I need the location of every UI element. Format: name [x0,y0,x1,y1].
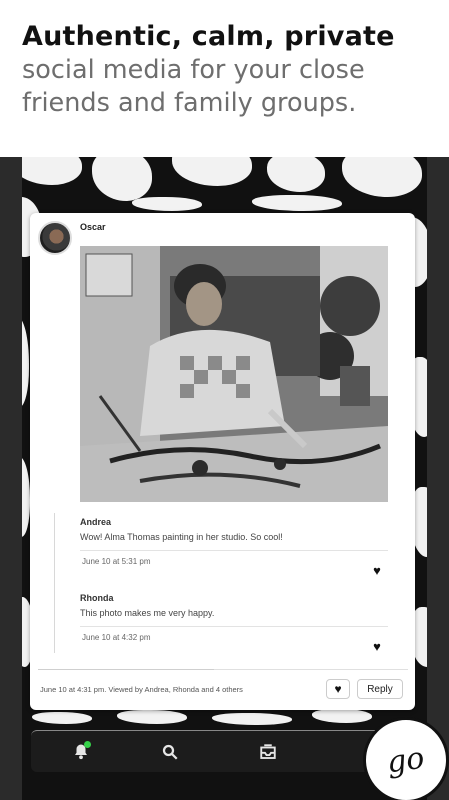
comment-author[interactable]: Andrea [80,517,388,527]
headline-title: Authentic, calm, private [22,21,395,52]
comment-time: June 10 at 5:31 pm [82,557,151,566]
photo-image [80,246,388,502]
post-meta: June 10 at 4:31 pm. Viewed by Andrea, Rh… [40,685,243,694]
comment-thread-line [54,513,55,653]
comment-author[interactable]: Rhonda [80,593,388,603]
go-logo: go [363,717,449,800]
like-button[interactable]: ♥ [326,679,350,699]
comment: Rhonda This photo makes me very happy. J… [80,593,388,654]
post-card: Oscar Andrea Wow! Alma Thomas painting i… [30,213,415,710]
footer-divider [38,669,408,670]
heart-icon[interactable]: ♥ [366,637,388,655]
search-icon[interactable] [158,740,182,764]
heart-icon[interactable]: ♥ [366,561,388,579]
reply-button[interactable]: Reply [357,679,403,699]
go-logo-text: go [385,740,427,780]
comment-text: This photo makes me very happy. [80,608,215,618]
comment-divider [80,626,388,627]
bottom-navbar [31,730,401,772]
comment-time: June 10 at 4:32 pm [82,633,151,642]
avatar[interactable] [38,221,72,255]
headline-line-2: social media for your close [22,55,365,85]
comment-divider [80,550,388,551]
bell-icon[interactable] [69,740,93,764]
post-photo[interactable] [80,246,388,502]
post-author[interactable]: Oscar [80,222,106,232]
headline-line-3: friends and family groups. [22,88,357,118]
headline: Authentic, calm, private social media fo… [22,20,442,120]
comment-text: Wow! Alma Thomas painting in her studio.… [80,532,283,542]
notification-dot [84,741,91,748]
comment: Andrea Wow! Alma Thomas painting in her … [80,517,388,578]
inbox-icon[interactable] [256,740,280,764]
phone-screen: Oscar Andrea Wow! Alma Thomas painting i… [0,157,449,800]
